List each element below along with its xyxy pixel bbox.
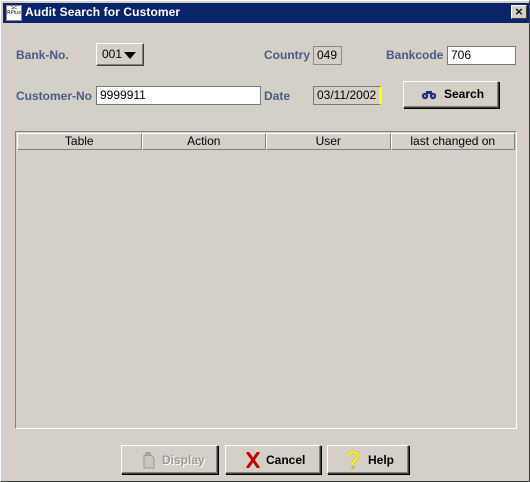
- help-button-label: Help: [368, 453, 395, 467]
- bank-no-label: Bank-No.: [16, 48, 69, 62]
- bankcode-label: Bankcode: [386, 48, 444, 62]
- customer-no-field[interactable]: 9999911: [96, 86, 261, 105]
- column-header-user[interactable]: User: [266, 133, 391, 150]
- bank-no-value: 001: [102, 47, 123, 61]
- chevron-down-icon: [124, 52, 136, 59]
- column-header-table[interactable]: Table: [17, 133, 142, 150]
- help-button[interactable]: Help: [327, 445, 409, 474]
- binoculars-icon: [421, 89, 437, 103]
- cancel-button[interactable]: Cancel: [225, 445, 321, 474]
- date-field[interactable]: 03/11/2002: [313, 86, 382, 105]
- date-label: Date: [264, 89, 291, 103]
- country-field: 049: [313, 46, 342, 65]
- cancel-button-label: Cancel: [266, 453, 306, 467]
- customer-no-label: Customer-No: [16, 89, 93, 103]
- window-title: Audit Search for Customer: [25, 5, 181, 19]
- country-label: Country: [264, 48, 310, 62]
- search-button[interactable]: Search: [403, 81, 499, 108]
- title-bar[interactable]: Sc RPlus Audit Search for Customer ×: [3, 3, 529, 23]
- audit-results-table: Table Action User last changed on: [15, 131, 517, 429]
- column-header-last-changed-on[interactable]: last changed on: [390, 133, 515, 150]
- column-header-action[interactable]: Action: [141, 133, 266, 150]
- display-button: Display: [121, 445, 218, 474]
- close-button[interactable]: ×: [511, 5, 527, 19]
- display-button-label: Display: [162, 453, 205, 467]
- app-icon: Sc RPlus: [6, 5, 22, 21]
- search-button-label: Search: [444, 87, 485, 101]
- question-mark-icon: [346, 450, 360, 473]
- table-header: Table Action User last changed on: [17, 133, 515, 150]
- bankcode-field[interactable]: 706: [447, 46, 516, 65]
- audit-search-window: Sc RPlus Audit Search for Customer × Ban…: [0, 0, 530, 482]
- document-icon: [142, 452, 156, 472]
- red-x-icon: [246, 451, 260, 471]
- table-body[interactable]: [17, 150, 515, 427]
- bank-no-dropdown[interactable]: 001: [96, 43, 144, 66]
